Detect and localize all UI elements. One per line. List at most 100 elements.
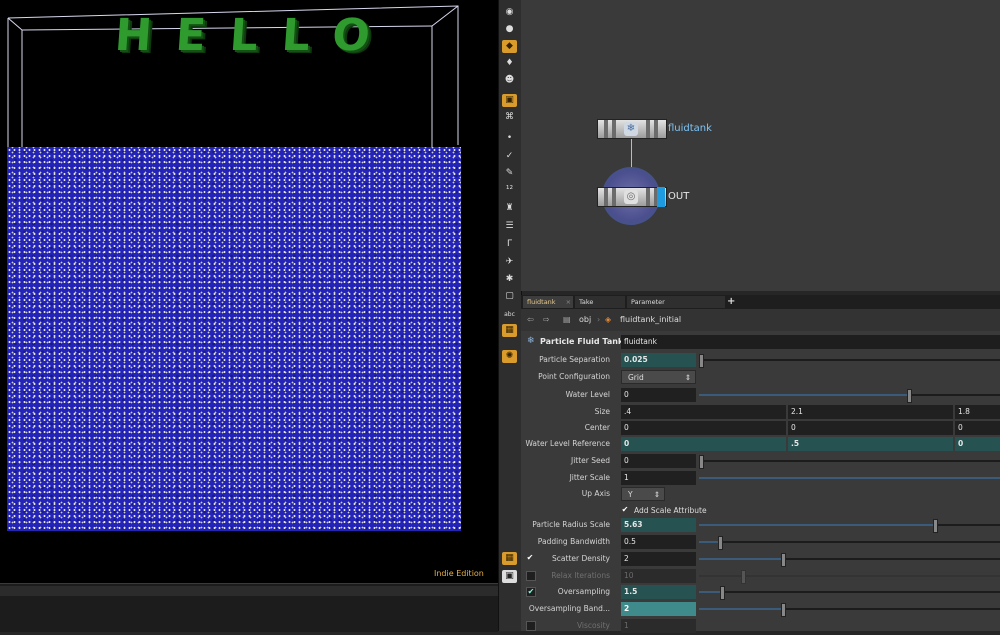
- back-arrow-icon[interactable]: ⇦: [527, 314, 534, 326]
- skull-icon[interactable]: ☻: [502, 74, 517, 87]
- water-ref-z-field[interactable]: 0: [955, 437, 1000, 451]
- particle-radius-scale-slider[interactable]: [699, 519, 1000, 533]
- tab-take-list[interactable]: Take List×: [575, 296, 625, 318]
- tab-fluidtank[interactable]: fluidtank ×: [523, 296, 573, 308]
- center-x-field[interactable]: 0: [621, 421, 786, 435]
- jitter-seed-slider[interactable]: [699, 455, 1000, 469]
- param-label: Water Level: [565, 390, 610, 399]
- path-root[interactable]: obj: [579, 314, 591, 326]
- viscosity-checkbox[interactable]: [526, 621, 536, 631]
- oversampling-slider[interactable]: [699, 586, 1000, 600]
- jitter-seed-field[interactable]: 0: [621, 454, 696, 468]
- spinner-icon: ⇕: [684, 373, 691, 382]
- pen-icon[interactable]: ✎: [502, 167, 517, 180]
- out-node-icon: ◎: [624, 190, 638, 204]
- path-node[interactable]: fluidtank_initial: [620, 314, 681, 326]
- param-label: Water Level Reference: [525, 439, 610, 448]
- menu-value: Grid: [628, 373, 644, 382]
- bulb-icon[interactable]: ✺: [502, 350, 517, 363]
- padding-bandwidth-slider[interactable]: [699, 536, 1000, 550]
- snapshot-icon[interactable]: ▣: [502, 570, 517, 583]
- brush-icon[interactable]: ✓: [502, 150, 517, 163]
- timeline-bar[interactable]: [0, 583, 498, 632]
- param-label: Jitter Seed: [570, 456, 610, 465]
- scatter-density-checkbox[interactable]: ✔: [526, 554, 534, 562]
- jitter-scale-slider[interactable]: [699, 477, 1000, 479]
- playbar-strip[interactable]: [0, 586, 498, 596]
- scatter-density-slider[interactable]: [699, 553, 1000, 567]
- water-level-field[interactable]: 0: [621, 388, 696, 402]
- point-configuration-menu[interactable]: Grid ⇕: [621, 370, 696, 384]
- mask-icon[interactable]: ♜: [502, 202, 517, 215]
- angle-icon[interactable]: Γ: [502, 238, 517, 251]
- fluidtank-node-icon: ❄: [624, 122, 638, 136]
- fluid-particles: [7, 147, 461, 531]
- network-editor[interactable]: ❄ fluidtank ◎ OUT: [521, 0, 1000, 291]
- water-ref-x-field[interactable]: 0: [621, 437, 786, 451]
- padding-bandwidth-field[interactable]: 0.5: [621, 535, 696, 549]
- square-icon[interactable]: ▢: [502, 290, 517, 303]
- pin-icon[interactable]: ✈: [502, 256, 517, 269]
- add-scale-attribute-label: Add Scale Attribute: [634, 506, 707, 515]
- particle-separation-field[interactable]: 0.025: [621, 353, 696, 367]
- param-label: Jitter Scale: [569, 473, 610, 482]
- text-icon[interactable]: abc: [502, 308, 517, 321]
- ladder-icon[interactable]: ☰: [502, 220, 517, 233]
- camera-icon[interactable]: ▣: [502, 94, 517, 107]
- fluidtank-node-label: fluidtank: [668, 123, 712, 134]
- display-flag[interactable]: [657, 187, 665, 207]
- oversampling-bandwidth-field[interactable]: 2: [621, 602, 696, 616]
- relax-iterations-field[interactable]: 10: [621, 569, 696, 583]
- bones-icon[interactable]: ⌘: [502, 111, 517, 124]
- add-tab-button[interactable]: +: [723, 296, 739, 308]
- light-icon[interactable]: ◆: [502, 40, 517, 53]
- grid-icon[interactable]: ▦: [502, 552, 517, 565]
- forward-arrow-icon[interactable]: ⇨: [543, 314, 550, 326]
- oversampling-bandwidth-slider[interactable]: [699, 603, 1000, 617]
- param-label: Particle Separation: [539, 355, 610, 364]
- spot-icon[interactable]: ♦: [502, 57, 517, 70]
- obj-icon: ▤: [563, 315, 571, 324]
- size-z-field[interactable]: 1.8: [955, 405, 1000, 419]
- node-type-label: Particle Fluid Tank: [540, 337, 624, 346]
- parameter-editor: ❄ Particle Fluid Tank fluidtank Particle…: [521, 331, 1000, 633]
- scene-viewport[interactable]: HELLO Indie Edition: [0, 0, 498, 583]
- indie-edition-label: Indie Edition: [434, 569, 484, 578]
- path-separator-icon: ›: [597, 315, 601, 324]
- particle-radius-scale-field[interactable]: 5.63: [621, 518, 696, 532]
- node-name-field[interactable]: fluidtank: [621, 335, 1000, 349]
- size-x-field[interactable]: .4: [621, 405, 786, 419]
- add-scale-attribute-checkbox[interactable]: ✔: [621, 506, 629, 514]
- jitter-scale-field[interactable]: 1: [621, 471, 696, 485]
- select-icon[interactable]: ◉: [502, 6, 517, 19]
- fluidtank-node[interactable]: ❄: [597, 119, 667, 139]
- param-label: Size: [594, 407, 610, 416]
- out-node-label: OUT: [668, 191, 690, 202]
- hello-text-geometry: HELLO: [113, 10, 396, 61]
- center-y-field[interactable]: 0: [788, 421, 953, 435]
- scatter-density-field[interactable]: 2: [621, 552, 696, 566]
- network-icon[interactable]: ▦: [502, 324, 517, 337]
- relax-iterations-checkbox[interactable]: [526, 571, 536, 581]
- spark-icon[interactable]: ✱: [502, 273, 517, 286]
- water-ref-y-field[interactable]: .5: [788, 437, 953, 451]
- up-axis-menu[interactable]: Y ⇕: [621, 487, 665, 501]
- oversampling-field[interactable]: 1.5: [621, 585, 696, 599]
- param-label: Center: [584, 423, 610, 432]
- param-label: Up Axis: [581, 489, 610, 498]
- tab-parameter-spreadsheet[interactable]: Parameter Spreadsheet×: [627, 296, 725, 318]
- sphere-icon[interactable]: ●: [502, 23, 517, 36]
- param-label: Particle Radius Scale: [532, 520, 610, 529]
- oversampling-checkbox[interactable]: ✔: [526, 587, 536, 597]
- param-label: Point Configuration: [538, 372, 610, 381]
- param-label: Relax Iterations: [551, 571, 610, 580]
- geo-node-icon: ◈: [605, 315, 612, 324]
- relax-iterations-slider[interactable]: [699, 570, 1000, 584]
- close-icon[interactable]: ×: [566, 298, 571, 306]
- center-z-field[interactable]: 0: [955, 421, 1000, 435]
- dot-icon[interactable]: •: [502, 132, 517, 145]
- particle-separation-slider[interactable]: [699, 354, 1000, 368]
- size-y-field[interactable]: 2.1: [788, 405, 953, 419]
- number-icon[interactable]: ¹²: [502, 184, 517, 197]
- water-level-slider[interactable]: [699, 389, 1000, 403]
